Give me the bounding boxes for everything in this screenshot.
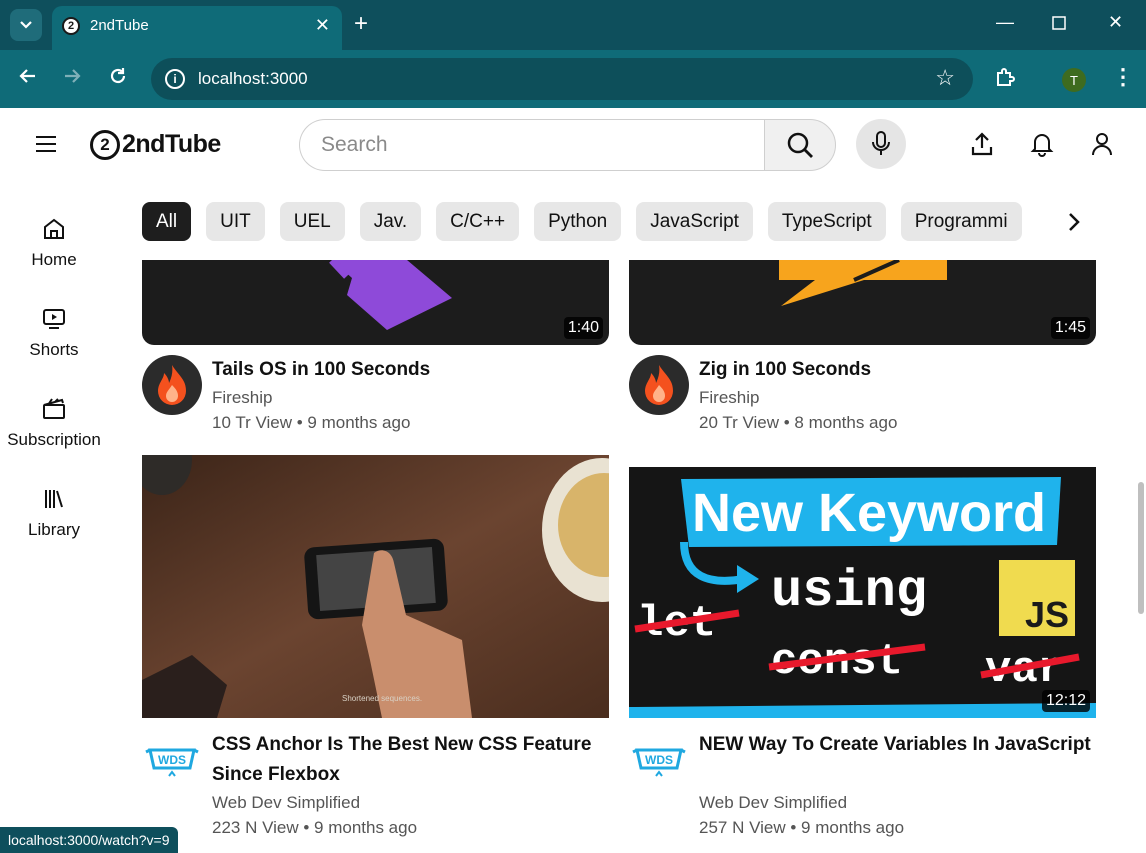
browser-tab[interactable]: 2 2ndTube ✕ [52, 6, 342, 50]
thumbnail-caption: Shortened sequences. [342, 694, 422, 703]
site-info-icon[interactable]: i [165, 69, 185, 89]
video-duration: 1:40 [563, 317, 603, 339]
user-account-icon[interactable] [1089, 130, 1115, 158]
tab-title: 2ndTube [90, 17, 149, 34]
chevron-down-icon [20, 21, 32, 29]
logo-icon[interactable]: 2 [90, 130, 120, 160]
video-meta: 10 Tr View • 9 months ago [212, 413, 411, 432]
video-meta: 223 N View • 9 months ago [212, 818, 418, 837]
browser-menu-icon[interactable]: ⋮ [1112, 64, 1134, 90]
channel-name[interactable]: Fireship [699, 388, 759, 408]
video-title[interactable]: Tails OS in 100 Seconds [212, 355, 607, 385]
fireship-logo-icon [645, 365, 673, 405]
channel-avatar[interactable]: WDS [142, 728, 202, 788]
thumbnail-image: New Keyword using let const JS var [629, 467, 1096, 718]
notifications-bell-icon[interactable] [1029, 130, 1055, 158]
fireship-logo-icon [158, 365, 186, 405]
chip-python[interactable]: Python [534, 202, 622, 241]
thumbnail-image: Shortened sequences. [142, 455, 609, 718]
video-title[interactable]: CSS Anchor Is The Best New CSS Feature S… [212, 730, 607, 790]
chip-programming[interactable]: Programmi [900, 202, 1022, 241]
tab-favicon-icon: 2 [62, 17, 80, 35]
page-scrollbar[interactable] [1138, 482, 1144, 614]
minimize-icon[interactable]: — [996, 12, 1014, 33]
chip-uel[interactable]: UEL [279, 202, 345, 241]
chevron-right-icon [1069, 213, 1080, 231]
video-thumbnail[interactable]: 1:40 [142, 260, 609, 345]
maximize-icon[interactable] [1052, 14, 1066, 35]
video-meta: 257 N View • 9 months ago [699, 818, 905, 837]
chip-all[interactable]: All [142, 202, 192, 241]
channel-name[interactable]: Web Dev Simplified [699, 793, 847, 813]
upload-icon[interactable] [969, 130, 995, 158]
chip-typescript[interactable]: TypeScript [767, 202, 886, 241]
chips-next-button[interactable] [1062, 208, 1086, 236]
extensions-icon[interactable] [994, 66, 1016, 94]
wds-logo-icon: WDS [145, 748, 199, 777]
tab-search-button[interactable] [10, 9, 42, 41]
channel-name[interactable]: Web Dev Simplified [212, 793, 360, 813]
back-icon[interactable] [18, 66, 38, 92]
hamburger-menu-icon[interactable] [36, 136, 56, 152]
video-meta: 20 Tr View • 8 months ago [699, 413, 898, 432]
voice-search-button[interactable] [856, 119, 906, 169]
channel-avatar[interactable]: WDS [629, 728, 689, 788]
browser-tabbar: 2 2ndTube ✕ + — ✕ [0, 0, 1146, 50]
channel-avatar[interactable] [629, 355, 689, 415]
thumbnail-using: using [771, 562, 927, 621]
channel-avatar[interactable] [142, 355, 202, 415]
chip-c-cpp[interactable]: C/C++ [436, 202, 520, 241]
new-tab-button[interactable]: + [354, 10, 368, 38]
wds-logo-icon: WDS [632, 748, 686, 777]
wds-logo-text: WDS [158, 753, 186, 767]
chip-jav[interactable]: Jav. [359, 202, 422, 241]
chip-javascript[interactable]: JavaScript [636, 202, 753, 241]
search-button[interactable] [764, 119, 836, 171]
video-thumbnail[interactable]: Shortened sequences. [142, 455, 609, 718]
logo-text[interactable]: 2ndTube [122, 130, 221, 159]
search-icon [787, 132, 813, 158]
status-bar-url: localhost:3000/watch?v=9 [0, 827, 178, 853]
thumbnail-image [329, 260, 452, 330]
address-url[interactable]: localhost:3000 [198, 69, 308, 89]
forward-icon[interactable] [62, 66, 82, 92]
profile-avatar[interactable]: T [1062, 68, 1086, 92]
address-bar[interactable]: i localhost:3000 ☆ [151, 58, 973, 100]
microphone-icon [872, 131, 890, 155]
app-root: 2 2ndTube Home Shorts Subscription Libra… [0, 108, 1146, 853]
thumbnail-js-badge: JS [1025, 594, 1069, 635]
channel-name[interactable]: Fireship [212, 388, 272, 408]
video-title[interactable]: NEW Way To Create Variables In JavaScrip… [699, 730, 1094, 760]
tab-close-icon[interactable]: ✕ [315, 15, 330, 36]
bookmark-star-icon[interactable]: ☆ [935, 65, 955, 91]
video-thumbnail[interactable]: 1:45 [629, 260, 1096, 345]
video-grid: 1:40 Tails OS in 100 Seconds Fireship 10… [0, 260, 1146, 853]
home-icon [44, 218, 64, 239]
search-box [299, 119, 765, 171]
category-chips: All UIT UEL Jav. C/C++ Python JavaScript TypeSc… [142, 202, 1062, 242]
reload-icon[interactable] [108, 66, 128, 92]
wds-logo-text: WDS [645, 753, 673, 767]
video-title[interactable]: Zig in 100 Seconds [699, 355, 1094, 385]
window-close-icon[interactable]: ✕ [1108, 12, 1123, 33]
chip-uit[interactable]: UIT [206, 202, 265, 241]
video-duration: 12:12 [1041, 690, 1090, 712]
browser-toolbar: i localhost:3000 ☆ T ⋮ [0, 50, 1146, 108]
video-duration: 1:45 [1050, 317, 1090, 339]
search-input[interactable] [321, 133, 741, 157]
thumbnail-headline: New Keyword [692, 483, 1046, 543]
video-thumbnail[interactable]: New Keyword using let const JS var 12:12 [629, 467, 1096, 718]
thumbnail-image [779, 260, 947, 306]
